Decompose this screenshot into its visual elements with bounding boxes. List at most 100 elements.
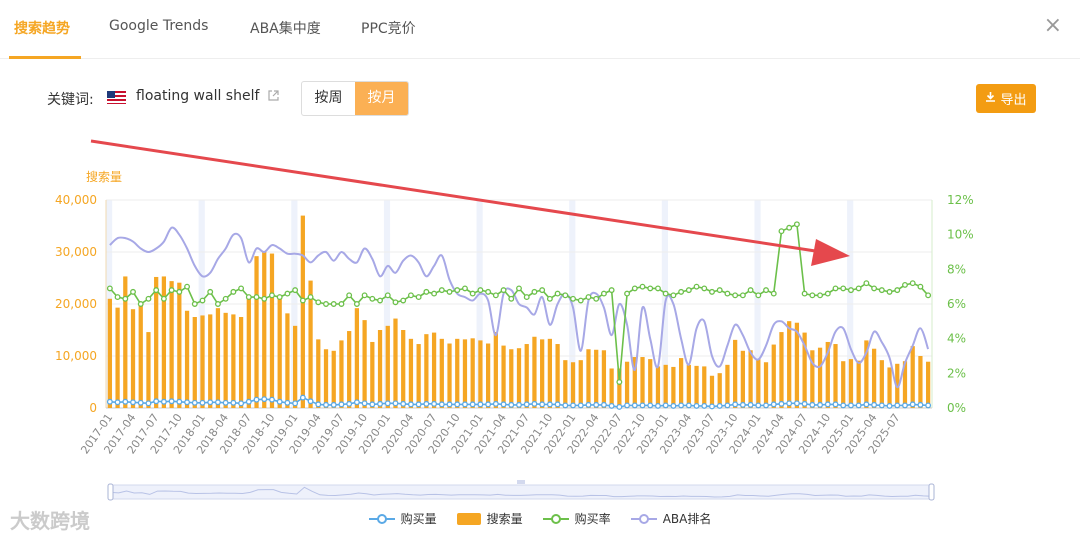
search-volume-bar <box>926 361 931 408</box>
buy-volume-point <box>253 396 260 403</box>
buy-volume-point <box>361 400 368 407</box>
search-volume-bar <box>740 350 745 408</box>
search-volume-bar <box>524 344 529 408</box>
search-volume-bar <box>756 359 761 408</box>
search-volume-bar <box>269 253 275 408</box>
buy-volume-point <box>307 398 314 405</box>
buy-rate-point <box>894 287 901 294</box>
search-volume-bar <box>594 349 599 408</box>
buy-rate-point <box>817 292 824 299</box>
search-volume-bar <box>671 366 676 408</box>
right-tick-label: 0% <box>947 401 966 415</box>
buy-volume-point <box>894 402 901 409</box>
buy-volume-point <box>685 402 692 409</box>
buy-volume-point <box>840 402 847 409</box>
buy-volume-point <box>222 399 229 406</box>
search-volume-bar <box>733 339 738 408</box>
search-volume-bar <box>293 325 298 408</box>
search-volume-bar <box>262 252 267 408</box>
buy-rate-point <box>809 292 816 299</box>
buy-volume-point <box>624 402 631 409</box>
buy-volume-point <box>446 401 453 408</box>
search-volume-bar <box>848 359 854 408</box>
legend-rate-label: 购买率 <box>574 512 611 526</box>
buy-rate-point <box>469 290 476 297</box>
buy-volume-point <box>207 399 214 406</box>
buy-rate-point <box>377 297 383 304</box>
buy-rate-point <box>832 285 839 292</box>
search-volume-bar <box>331 350 336 408</box>
search-volume-bar <box>377 330 383 408</box>
buy-rate-point <box>292 287 299 294</box>
zoom-handle-right[interactable] <box>928 483 935 501</box>
search-volume-bar <box>725 364 730 408</box>
buy-rate-point <box>338 301 345 307</box>
buy-volume-point <box>809 401 816 408</box>
buy-volume-point <box>492 400 499 407</box>
search-volume-bar <box>516 348 522 408</box>
search-volume-bar <box>154 276 159 408</box>
buy-rate-point <box>230 288 237 295</box>
buy-volume-point <box>925 402 932 409</box>
search-volume-bar <box>107 298 112 408</box>
search-volume-bar <box>509 349 514 408</box>
search-volume-bar <box>416 344 421 408</box>
search-volume-bar <box>841 361 846 408</box>
buy-volume-point <box>454 401 461 408</box>
search-volume-bar <box>385 325 390 408</box>
search-volume-bar <box>169 281 174 408</box>
buy-rate-point <box>160 295 167 302</box>
buy-rate-point <box>847 287 854 294</box>
search-volume-bar <box>347 331 352 408</box>
search-volume-bar <box>184 310 190 408</box>
search-volume-bar <box>570 362 576 408</box>
search-volume-bar <box>431 332 437 408</box>
search-volume-bar <box>547 338 553 408</box>
buy-volume-point <box>546 401 553 408</box>
buy-rate-point <box>137 301 144 307</box>
buy-volume-point <box>384 400 391 407</box>
buy-rate-point <box>477 287 484 294</box>
buy-volume-point <box>346 400 353 407</box>
buy-rate-point <box>114 294 121 301</box>
search-volume-bar <box>686 364 691 408</box>
search-volume-bar <box>578 360 583 408</box>
buy-volume-point <box>724 402 731 409</box>
buy-rate-point <box>191 301 198 307</box>
buy-rate-point <box>886 288 893 295</box>
buy-volume-point <box>902 402 908 409</box>
search-volume-bar <box>763 362 769 408</box>
legend-search[interactable]: 搜索量 <box>456 510 523 527</box>
search-volume-bar <box>455 338 460 408</box>
buy-volume-point <box>732 401 739 408</box>
right-tick-label: 8% <box>947 262 966 276</box>
buy-volume-point <box>230 399 237 406</box>
search-volume-bar <box>586 349 591 408</box>
buy-rate-point <box>546 295 553 302</box>
buy-rate-point <box>616 379 623 385</box>
buy-rate-point <box>400 297 407 304</box>
legend-rate[interactable]: 购买率 <box>542 510 611 527</box>
buy-rate-point <box>909 280 916 287</box>
buy-rate-point <box>299 297 306 304</box>
search-volume-bar <box>694 365 699 408</box>
buy-volume-point <box>585 401 592 408</box>
buy-volume-point <box>863 401 870 408</box>
legend-buy[interactable]: 购买量 <box>368 510 437 527</box>
legend-aba[interactable]: ABA排名 <box>630 510 711 527</box>
buy-rate-point <box>492 292 499 299</box>
search-volume-bar <box>485 343 491 408</box>
buy-rate-point <box>902 281 908 288</box>
search-volume-bar <box>354 308 360 408</box>
zoom-handle-left[interactable] <box>107 483 114 501</box>
search-volume-bar <box>871 348 877 408</box>
search-volume-bar <box>223 312 228 408</box>
search-volume-bar <box>254 256 259 408</box>
buy-volume-point <box>693 402 700 409</box>
search-volume-bar <box>424 334 429 408</box>
buy-rate-point <box>485 288 492 295</box>
buy-rate-point <box>392 299 399 306</box>
buy-volume-point <box>763 402 769 409</box>
search-volume-bar <box>138 304 143 408</box>
search-volume-bar <box>779 332 784 408</box>
